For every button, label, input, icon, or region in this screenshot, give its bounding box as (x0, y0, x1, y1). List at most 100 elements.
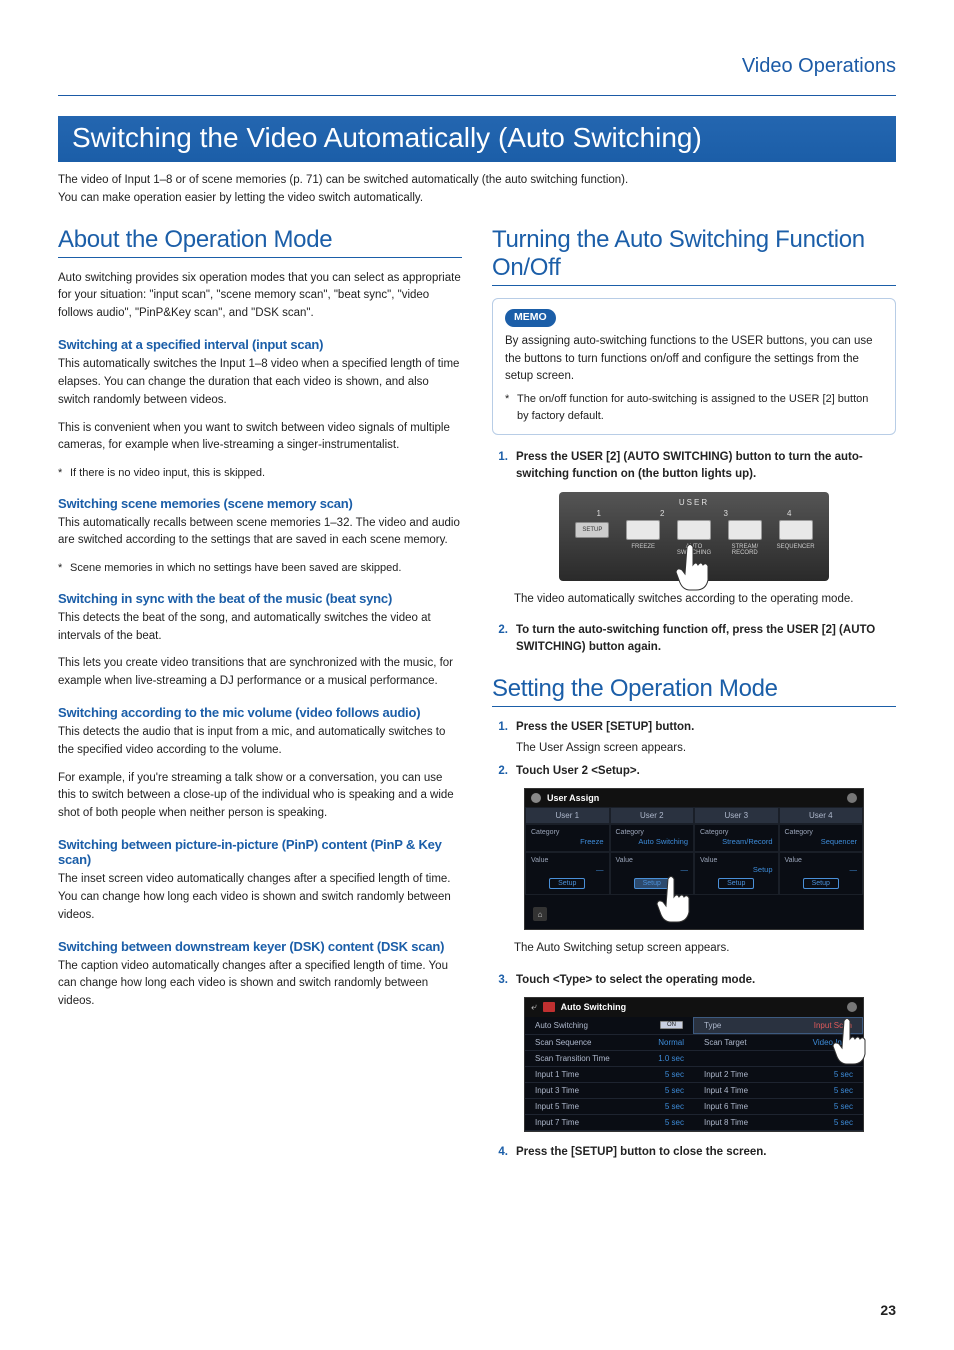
category-value: Freeze (531, 837, 604, 846)
dsk-p1: The caption video automatically changes … (58, 958, 462, 1011)
input-scan-p2: This is convenient when you want to swit… (58, 420, 462, 456)
user-num-2: 2 (642, 509, 682, 518)
pinp-p1: The inset screen video automatically cha… (58, 871, 462, 924)
setting-cell[interactable]: Input 5 Time5 sec (525, 1099, 694, 1114)
memo-label: MEMO (505, 309, 556, 328)
setup-button[interactable]: SETUP (575, 522, 609, 538)
user-button-4[interactable] (779, 520, 813, 540)
memo-note: The on/off function for auto-switching i… (505, 391, 883, 424)
close-icon[interactable] (847, 1002, 857, 1012)
step-subtext: The User Assign screen appears. (516, 740, 694, 757)
step-text: Press the USER [SETUP] button. (516, 721, 694, 733)
category-label: Category (785, 829, 858, 836)
step-text: Touch User 2 <Setup>. (516, 765, 640, 777)
user-btn-label-1: FREEZE (623, 544, 663, 557)
setting-cell[interactable]: Auto SwitchingON (525, 1017, 693, 1034)
input-scan-note: If there is no video input, this is skip… (58, 465, 462, 482)
value-label: Value (785, 857, 858, 864)
setting-cell[interactable]: Input 1 Time5 sec (525, 1067, 694, 1082)
user-num-3: 3 (706, 509, 746, 518)
vfa-p1: This detects the audio that is input fro… (58, 724, 462, 760)
setting-cell[interactable]: Input 6 Time5 sec (694, 1099, 863, 1114)
intro-line-1: The video of Input 1–8 or of scene memor… (58, 172, 896, 190)
category-value: Stream/Record (700, 837, 773, 846)
user-buttons-figure: USER 1 2 3 4 SETUP FREEZE AUTO (492, 492, 896, 581)
input-scan-heading: Switching at a specified interval (input… (58, 337, 462, 352)
setmode-step-3: 3. Touch <Type> to select the operating … (492, 972, 896, 989)
setup-link-button[interactable]: Setup (803, 878, 839, 889)
screen-title: Auto Switching (561, 1002, 627, 1012)
step-number: 3. (492, 972, 508, 989)
value-label: Value (616, 857, 689, 864)
step-number: 1. (492, 719, 508, 758)
user-btn-label-4: SEQUENCER (776, 544, 816, 557)
onoff-step-2: 2. To turn the auto-switching function o… (492, 622, 896, 657)
page-number: 23 (880, 1302, 896, 1318)
vfa-heading: Switching according to the mic volume (v… (58, 705, 462, 720)
beat-sync-heading: Switching in sync with the beat of the m… (58, 591, 462, 606)
setmode-step-2: 2. Touch User 2 <Setup>. (492, 763, 896, 780)
onoff-caption: The video automatically switches accordi… (514, 591, 896, 608)
setup-link-button[interactable]: Setup (549, 878, 585, 889)
user-button-1[interactable] (626, 520, 660, 540)
step-text: Touch <Type> to select the operating mod… (516, 974, 755, 986)
value-value: — (616, 865, 689, 874)
auto-switching-screenshot: ⤶ Auto Switching Auto SwitchingONTypeInp… (492, 997, 896, 1132)
category-value: Auto Switching (616, 837, 689, 846)
setting-cell[interactable]: Input 8 Time5 sec (694, 1115, 863, 1130)
gear-icon (531, 793, 541, 803)
page-title: Switching the Video Automatically (Auto … (58, 116, 896, 162)
hand-pointer-icon (673, 542, 713, 592)
scene-memory-p1: This automatically recalls between scene… (58, 515, 462, 551)
right-column: Turning the Auto Switching Function On/O… (492, 226, 896, 1167)
user-button-3[interactable] (728, 520, 762, 540)
setting-mode-heading: Setting the Operation Mode (492, 675, 896, 707)
setting-cell[interactable]: Scan SequenceNormal (525, 1035, 694, 1050)
value-label: Value (700, 857, 773, 864)
user-btn-label-3: STREAM/ RECORD (725, 544, 765, 557)
step-text: Press the USER [2] (AUTO SWITCHING) butt… (516, 451, 863, 480)
onoff-step-1: 1. Press the USER [2] (AUTO SWITCHING) b… (492, 449, 896, 484)
category-label: Category (616, 829, 689, 836)
tab-user-3[interactable]: User 3 (694, 807, 779, 824)
beat-sync-p1: This detects the beat of the song, and a… (58, 610, 462, 646)
screen-title: User Assign (547, 793, 599, 803)
header-rule (58, 95, 896, 96)
value-label: Value (531, 857, 604, 864)
tab-user-2[interactable]: User 2 (610, 807, 695, 824)
step-text: Press the [SETUP] button to close the sc… (516, 1146, 767, 1158)
value-value: — (531, 865, 604, 874)
hand-pointer-icon (653, 874, 697, 930)
close-icon[interactable] (847, 793, 857, 803)
intro-text: The video of Input 1–8 or of scene memor… (58, 172, 896, 208)
home-icon[interactable]: ⌂ (533, 907, 547, 921)
setting-cell[interactable]: Input 7 Time5 sec (525, 1115, 694, 1130)
input-scan-p1: This automatically switches the Input 1–… (58, 356, 462, 409)
setting-cell[interactable]: Scan Transition Time1.0 sec (525, 1051, 694, 1066)
setup-link-button[interactable]: Setup (718, 878, 754, 889)
setting-cell[interactable]: Input 3 Time5 sec (525, 1083, 694, 1098)
value-value: Setup (700, 865, 773, 874)
user-num-1: 1 (579, 509, 619, 518)
hand-pointer-icon (829, 1016, 873, 1072)
user-button-2[interactable] (677, 520, 711, 540)
tab-user-4[interactable]: User 4 (779, 807, 864, 824)
beat-sync-p2: This lets you create video transitions t… (58, 655, 462, 691)
category-label: Category (700, 829, 773, 836)
setmode-step-4: 4. Press the [SETUP] button to close the… (492, 1144, 896, 1161)
back-icon[interactable]: ⤶ (531, 1002, 537, 1013)
tab-user-1[interactable]: User 1 (525, 807, 610, 824)
step-number: 2. (492, 622, 508, 657)
category-label: Category (531, 829, 604, 836)
setting-cell[interactable]: Input 4 Time5 sec (694, 1083, 863, 1098)
user-label: USER (567, 498, 821, 507)
user-num-4: 4 (769, 509, 809, 518)
scene-memory-note: Scene memories in which no settings have… (58, 560, 462, 577)
left-column: About the Operation Mode Auto switching … (58, 226, 462, 1167)
memo-box: MEMO By assigning auto-switching functio… (492, 298, 896, 436)
user-assign-screenshot: User Assign User 1 User 2 User 3 User 4 … (492, 788, 896, 930)
memo-text: By assigning auto-switching functions to… (505, 333, 883, 385)
user-assign-caption: The Auto Switching setup screen appears. (514, 940, 896, 957)
step-number: 1. (492, 449, 508, 484)
step-text: To turn the auto-switching function off,… (516, 624, 875, 653)
